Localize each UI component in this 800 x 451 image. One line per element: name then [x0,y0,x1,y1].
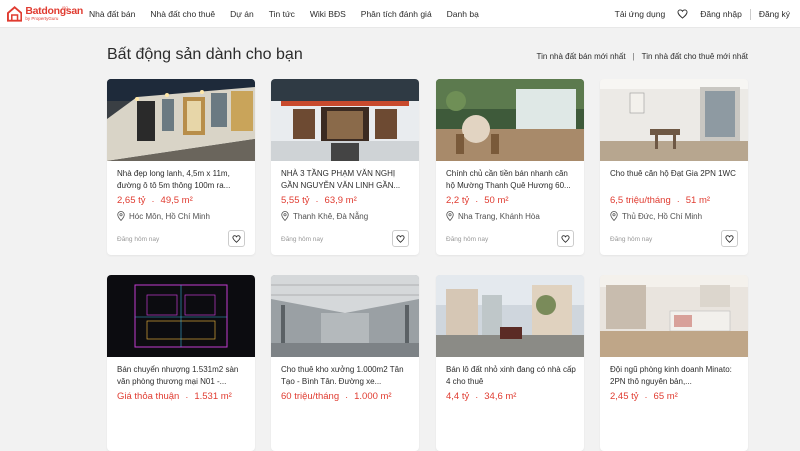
heart-icon [725,234,734,243]
nav-item-wiki[interactable]: Wiki BĐS [310,9,346,19]
listing-area: 1.531 m² [194,391,232,402]
section-title: Bất động sản dành cho bạn [107,46,303,63]
user-nav: Tải ứng dụng Đăng nhập Đăng ký [603,0,790,28]
listing-location: Nha Trang, Khánh Hòa [458,211,540,221]
listing-photo[interactable] [271,275,419,357]
listing-photo[interactable] [271,79,419,161]
listing-photo[interactable] [436,275,584,357]
favorite-button[interactable] [392,230,409,247]
listing-title[interactable]: Cho thuê căn hộ Đạt Gia 2PN 1WC [610,168,740,192]
logo[interactable]: Batdongsan by PropertyGuru ISO [7,4,83,22]
listing-card[interactable]: Bán chuyển nhượng 1.531m2 sàn văn phòng … [107,275,255,451]
price-separator-dot: · [185,391,189,402]
price-separator-dot: · [151,195,155,206]
listing-price: 60 triệu/tháng [281,391,340,402]
listing-card[interactable]: Đội ngũ phòng kinh doanh Minato: 2PN thô… [600,275,748,451]
links-separator: | [632,52,635,61]
listing-price: 2,45 tỷ [610,391,639,402]
listing-area: 63,9 m² [324,195,357,206]
heart-icon [561,234,570,243]
heart-icon [396,234,405,243]
map-pin-icon [610,211,618,221]
site-header: Batdongsan by PropertyGuru ISO Nhà đất b… [0,0,800,28]
listing-date: Đăng hôm nay [446,236,489,243]
listing-card[interactable]: Cho thuê căn hộ Đạt Gia 2PN 1WC 6,5 triệ… [600,79,748,255]
login-link[interactable]: Đăng nhập [700,9,742,19]
listing-area: 1.000 m² [354,391,392,402]
listing-date: Đăng hôm nay [610,236,653,243]
listing-card[interactable]: Nhà đẹp long lanh, 4,5m x 11m, đường ô t… [107,79,255,255]
listing-title[interactable]: NHÀ 3 TẦNG PHẠM VĂN NGHỊ GẦN NGUYỄN VĂN … [281,168,411,192]
price-separator-dot: · [345,391,349,402]
listing-location: Thủ Đức, Hồ Chí Minh [622,211,703,221]
saved-heart-icon[interactable] [677,9,688,19]
logo-tag: ISO [62,6,69,10]
listing-price: Giá thỏa thuận [117,391,180,402]
section-links: Tin nhà đất bán mới nhất | Tin nhà đất c… [537,52,748,61]
logo-house-icon [7,5,23,22]
listing-title[interactable]: Bán lô đất nhỏ xinh đang có nhà cấp 4 ch… [446,364,576,388]
listing-price: 4,4 tỷ [446,391,470,402]
listing-price: 2,65 tỷ [117,195,146,206]
listing-area: 50 m² [484,195,509,206]
listing-photo[interactable] [107,79,255,161]
listing-price: 2,2 tỷ [446,195,470,206]
listing-card[interactable]: Cho thuê kho xưởng 1.000m2 Tân Tạo - Bìn… [271,275,419,451]
listing-title[interactable]: Bán chuyển nhượng 1.531m2 sàn văn phòng … [117,364,247,388]
map-pin-icon [446,211,454,221]
nav-item-rent[interactable]: Nhà đất cho thuê [150,9,215,19]
logo-name: Batdongsan [25,4,83,17]
price-separator-dot: · [475,391,479,402]
listing-title[interactable]: Nhà đẹp long lanh, 4,5m x 11m, đường ô t… [117,168,247,192]
listing-photo[interactable] [436,79,584,161]
listing-photo[interactable] [600,79,748,161]
nav-item-projects[interactable]: Dự án [230,9,254,19]
map-pin-icon [281,211,289,221]
download-app-link[interactable]: Tải ứng dụng [615,9,666,19]
price-separator-dot: · [475,195,479,206]
map-pin-icon [117,211,125,221]
listing-title[interactable]: Chính chủ cần tiền bán nhanh căn hộ Mườn… [446,168,576,192]
listing-area: 65 m² [653,391,678,402]
nav-item-directory[interactable]: Danh bạ [447,9,479,19]
nav-item-news[interactable]: Tin tức [269,9,295,19]
latest-sale-link[interactable]: Tin nhà đất bán mới nhất [537,52,626,61]
price-separator-dot: · [676,195,680,206]
favorite-button[interactable] [228,230,245,247]
favorite-button[interactable] [721,230,738,247]
logo-subtitle: by PropertyGuru [25,16,59,21]
listing-area: 34,6 m² [484,391,517,402]
latest-rent-link[interactable]: Tin nhà đất cho thuê mới nhất [642,52,748,61]
login-divider [749,8,751,20]
register-link[interactable]: Đăng ký [759,9,790,19]
listing-location: Hóc Môn, Hồ Chí Minh [129,211,210,221]
heart-icon [232,234,241,243]
listing-location: Thanh Khê, Đà Nẵng [293,211,369,221]
main-nav: Nhà đất bán Nhà đất cho thuê Dự án Tin t… [89,9,494,19]
listing-card[interactable]: Chính chủ cần tiền bán nhanh căn hộ Mườn… [436,79,584,255]
listing-card[interactable]: NHÀ 3 TẦNG PHẠM VĂN NGHỊ GẦN NGUYỄN VĂN … [271,79,419,255]
listing-date: Đăng hôm nay [281,236,324,243]
nav-item-analysis[interactable]: Phân tích đánh giá [361,9,432,19]
listing-title[interactable]: Đội ngũ phòng kinh doanh Minato: 2PN thô… [610,364,740,388]
listing-photo[interactable] [107,275,255,357]
listing-title[interactable]: Cho thuê kho xưởng 1.000m2 Tân Tạo - Bìn… [281,364,411,388]
listing-price: 5,55 tỷ [281,195,310,206]
listing-card[interactable]: Bán lô đất nhỏ xinh đang có nhà cấp 4 ch… [436,275,584,451]
favorite-button[interactable] [557,230,574,247]
listing-area: 49,5 m² [160,195,193,206]
nav-item-sale[interactable]: Nhà đất bán [89,9,135,19]
listing-photo[interactable] [600,275,748,357]
listing-price: 6,5 triệu/tháng [610,195,671,206]
price-separator-dot: · [644,391,648,402]
listing-date: Đăng hôm nay [117,236,160,243]
listing-area: 51 m² [685,195,711,206]
price-separator-dot: · [315,195,319,206]
